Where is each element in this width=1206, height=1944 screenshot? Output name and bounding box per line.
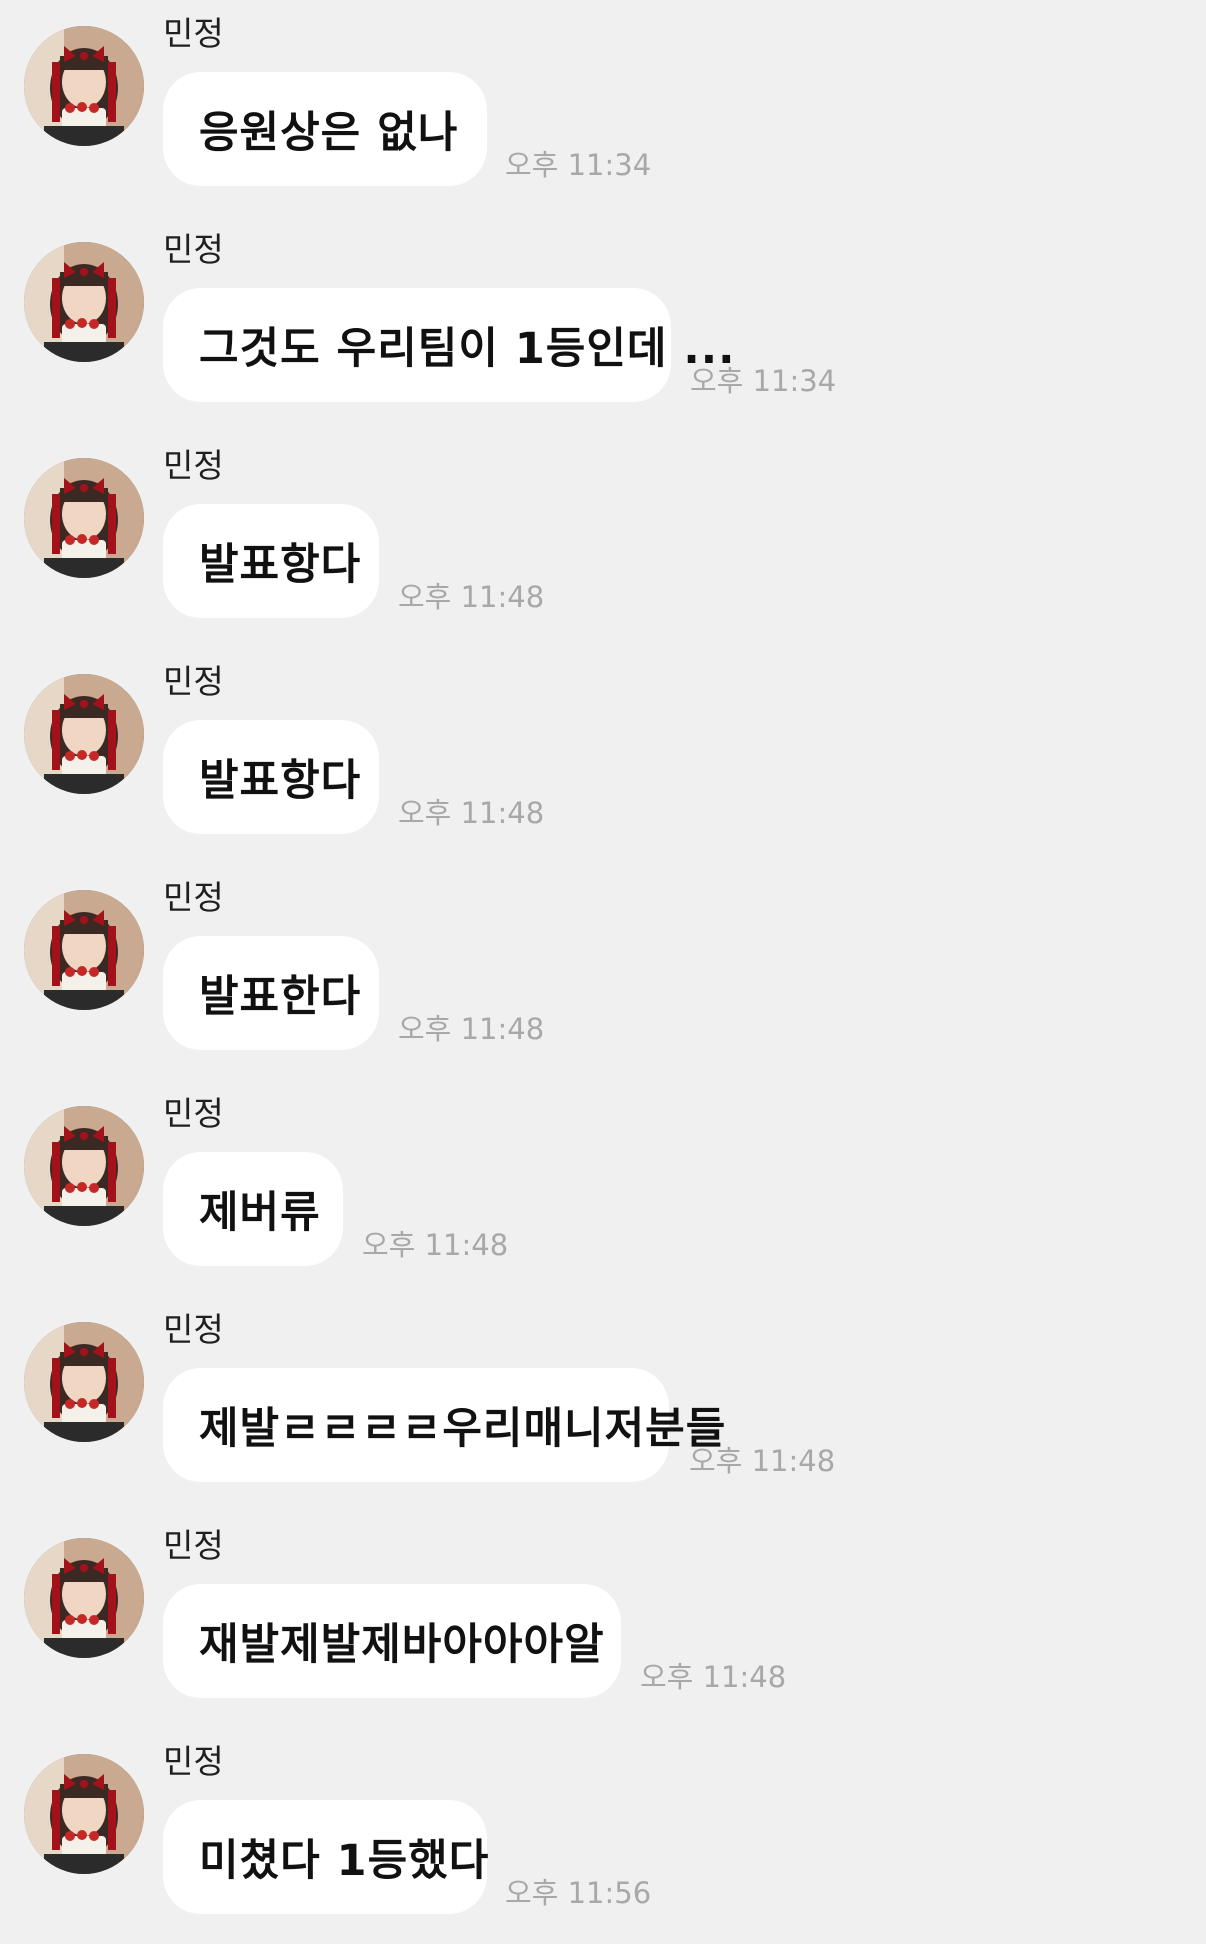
avatar-portrait-graphic [24, 1322, 144, 1442]
sender-name: 민정 [163, 1094, 224, 1133]
message-timestamp: 오후 11:56 [505, 1876, 652, 1910]
avatar-portrait-graphic [24, 1538, 144, 1658]
sender-name: 민정 [163, 1526, 224, 1565]
profile-avatar[interactable] [24, 1322, 144, 1442]
profile-avatar[interactable] [24, 674, 144, 794]
message-bubble[interactable]: 재발제발제바아아아알 [163, 1584, 621, 1698]
message-text: 제버류 [199, 1188, 321, 1238]
sender-name: 민정 [163, 1310, 224, 1349]
message-timestamp: 오후 11:48 [398, 580, 545, 614]
sender-name: 민정 [163, 1742, 224, 1781]
sender-name: 민정 [163, 14, 224, 53]
avatar-portrait-graphic [24, 458, 144, 578]
message-text: 발표항다 [199, 756, 362, 806]
message-bubble[interactable]: 발표한다 [163, 936, 379, 1050]
sender-name: 민정 [163, 446, 224, 485]
chat-message: 민정 발표항다 오후 11:48 [0, 432, 1206, 648]
message-timestamp: 오후 11:48 [398, 1012, 545, 1046]
message-bubble[interactable]: 제버류 [163, 1152, 343, 1266]
message-bubble[interactable]: 제발ㄹㄹㄹㄹ우리매니저분들 [163, 1368, 725, 1482]
message-timestamp: 오후 11:48 [362, 1228, 509, 1262]
message-bubble[interactable]: 발표항다 [163, 504, 379, 618]
profile-avatar[interactable] [24, 1106, 144, 1226]
sender-name: 민정 [163, 662, 224, 701]
chat-message: 민정 발표한다 오후 11:48 [0, 864, 1206, 1080]
profile-avatar[interactable] [24, 1538, 144, 1658]
avatar-portrait-graphic [24, 1754, 144, 1874]
profile-avatar[interactable] [24, 242, 144, 362]
message-timestamp: 오후 11:48 [640, 1660, 787, 1694]
avatar-portrait-graphic [24, 890, 144, 1010]
message-text: 응원상은 없나 [199, 108, 459, 158]
sender-name: 민정 [163, 230, 224, 269]
chat-message: 민정 미쳤다 1등했다 오후 11:56 [0, 1728, 1206, 1944]
message-timestamp: 오후 11:48 [689, 1444, 836, 1478]
avatar-portrait-graphic [24, 26, 144, 146]
message-timestamp: 오후 11:34 [690, 364, 837, 398]
chat-message: 민정 재발제발제바아아아알 오후 11:48 [0, 1512, 1206, 1728]
message-timestamp: 오후 11:34 [505, 148, 652, 182]
message-text: 재발제발제바아아아알 [199, 1620, 605, 1670]
message-text: 제발ㄹㄹㄹㄹ우리매니저분들 [199, 1404, 727, 1454]
message-bubble[interactable]: 발표항다 [163, 720, 379, 834]
chat-message: 민정 그것도 우리팀이 1등인데 ... 오후 11:34 [0, 216, 1206, 432]
avatar-portrait-graphic [24, 242, 144, 362]
profile-avatar[interactable] [24, 1754, 144, 1874]
profile-avatar[interactable] [24, 458, 144, 578]
message-text: 발표항다 [199, 540, 362, 590]
chat-message: 민정 발표항다 오후 11:48 [0, 648, 1206, 864]
message-text: 그것도 우리팀이 1등인데 ... [199, 324, 736, 374]
avatar-portrait-graphic [24, 1106, 144, 1226]
message-text: 발표한다 [199, 972, 362, 1022]
chat-message: 민정 응원상은 없나 오후 11:34 [0, 0, 1206, 216]
chat-message: 민정 제발ㄹㄹㄹㄹ우리매니저분들 오후 11:48 [0, 1296, 1206, 1512]
avatar-portrait-graphic [24, 674, 144, 794]
profile-avatar[interactable] [24, 890, 144, 1010]
profile-avatar[interactable] [24, 26, 144, 146]
sender-name: 민정 [163, 878, 224, 917]
message-bubble[interactable]: 그것도 우리팀이 1등인데 ... [163, 288, 734, 402]
chat-message-list[interactable]: 민정 응원상은 없나 오후 11:34 민정 그것도 우리팀이 1등인데 ...… [0, 0, 1206, 1914]
message-text: 미쳤다 1등했다 [199, 1836, 490, 1886]
message-timestamp: 오후 11:48 [398, 796, 545, 830]
message-bubble[interactable]: 미쳤다 1등했다 [163, 1800, 490, 1914]
message-bubble[interactable]: 응원상은 없나 [163, 72, 487, 186]
chat-message: 민정 제버류 오후 11:48 [0, 1080, 1206, 1296]
